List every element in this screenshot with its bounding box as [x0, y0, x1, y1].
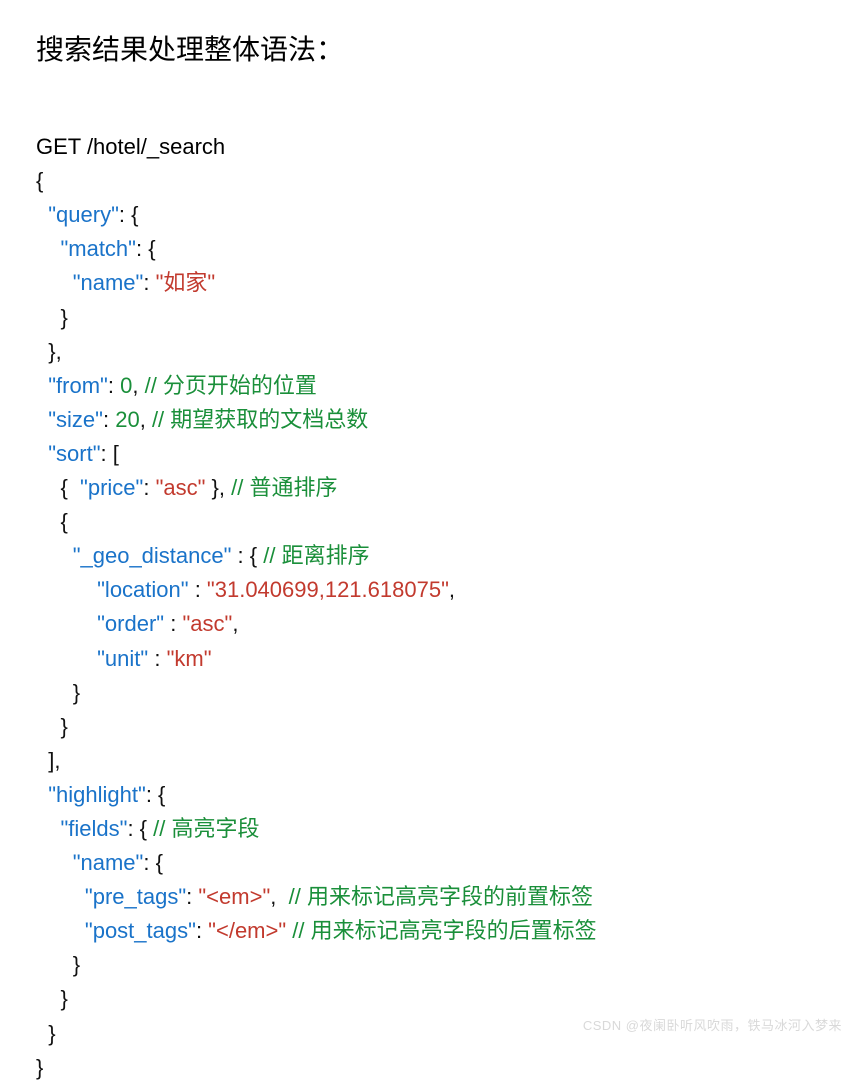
comment-geo-sort: // 距离排序: [263, 543, 369, 568]
punct: :: [108, 373, 120, 398]
punct: :: [196, 918, 208, 943]
punct: ,: [270, 884, 288, 909]
brace-close: }: [48, 1021, 55, 1046]
brace-close: }: [73, 680, 80, 705]
punct: :: [143, 475, 155, 500]
value-asc-order: "asc": [182, 611, 232, 636]
value-em-close: "</em>": [208, 918, 286, 943]
key-pre-tags: "pre_tags": [85, 884, 186, 909]
punct: : {: [143, 850, 163, 875]
key-sort: "sort": [48, 441, 100, 466]
brace-open: {: [60, 475, 80, 500]
brace-close-comma: },: [48, 339, 61, 364]
punct: :: [148, 646, 166, 671]
punct: : {: [127, 816, 147, 841]
brace-close: }: [60, 986, 67, 1011]
punct: : {: [136, 236, 156, 261]
value-rujia: "如家": [156, 270, 216, 295]
request-line: GET /hotel/_search: [36, 134, 225, 159]
key-size: "size": [48, 407, 103, 432]
comment-pre-tags: // 用来标记高亮字段的前置标签: [289, 884, 593, 909]
brace-close: }: [73, 952, 80, 977]
punct: ,: [449, 577, 455, 602]
value-km: "km": [167, 646, 212, 671]
value-zero: 0: [120, 373, 132, 398]
comment-price-sort: // 普通排序: [231, 475, 337, 500]
page-title: 搜索结果处理整体语法：: [36, 28, 822, 68]
key-from: "from": [48, 373, 108, 398]
punct: :: [189, 577, 207, 602]
punct: : {: [231, 543, 257, 568]
punct: ,: [132, 373, 144, 398]
key-unit: "unit": [97, 646, 148, 671]
key-name: "name": [73, 270, 144, 295]
comment-from: // 分页开始的位置: [145, 373, 317, 398]
punct: },: [205, 475, 225, 500]
punct: :: [103, 407, 115, 432]
punct: : {: [119, 202, 139, 227]
key-highlight: "highlight": [48, 782, 146, 807]
comment-fields: // 高亮字段: [153, 816, 259, 841]
brace-close: }: [36, 1055, 43, 1080]
punct: :: [164, 611, 182, 636]
punct: :: [186, 884, 198, 909]
punct: ,: [232, 611, 238, 636]
brace-close: }: [60, 714, 67, 739]
key-geo-distance: "_geo_distance": [73, 543, 232, 568]
key-fields: "fields": [60, 816, 127, 841]
key-name-hl: "name": [73, 850, 144, 875]
punct: ,: [140, 407, 152, 432]
bracket-close-comma: ],: [48, 748, 60, 773]
value-twenty: 20: [115, 407, 139, 432]
punct: :: [143, 270, 155, 295]
brace-close: }: [60, 305, 67, 330]
value-asc: "asc": [156, 475, 206, 500]
key-location: "location": [97, 577, 188, 602]
watermark: CSDN @夜阑卧听风吹雨，铁马冰河入梦来: [583, 1015, 842, 1034]
key-order: "order": [97, 611, 164, 636]
key-price: "price": [80, 475, 143, 500]
value-location: "31.040699,121.618075": [207, 577, 449, 602]
key-post-tags: "post_tags": [85, 918, 196, 943]
value-em-open: "<em>": [198, 884, 270, 909]
comment-size: // 期望获取的文档总数: [152, 407, 368, 432]
brace-open: {: [36, 168, 43, 193]
code-block: GET /hotel/_search { "query": { "match":…: [36, 96, 822, 1085]
punct: : {: [146, 782, 166, 807]
comment-post-tags: // 用来标记高亮字段的后置标签: [292, 918, 596, 943]
key-match: "match": [60, 236, 136, 261]
key-query: "query": [48, 202, 119, 227]
brace-open: {: [60, 509, 67, 534]
punct: : [: [101, 441, 119, 466]
